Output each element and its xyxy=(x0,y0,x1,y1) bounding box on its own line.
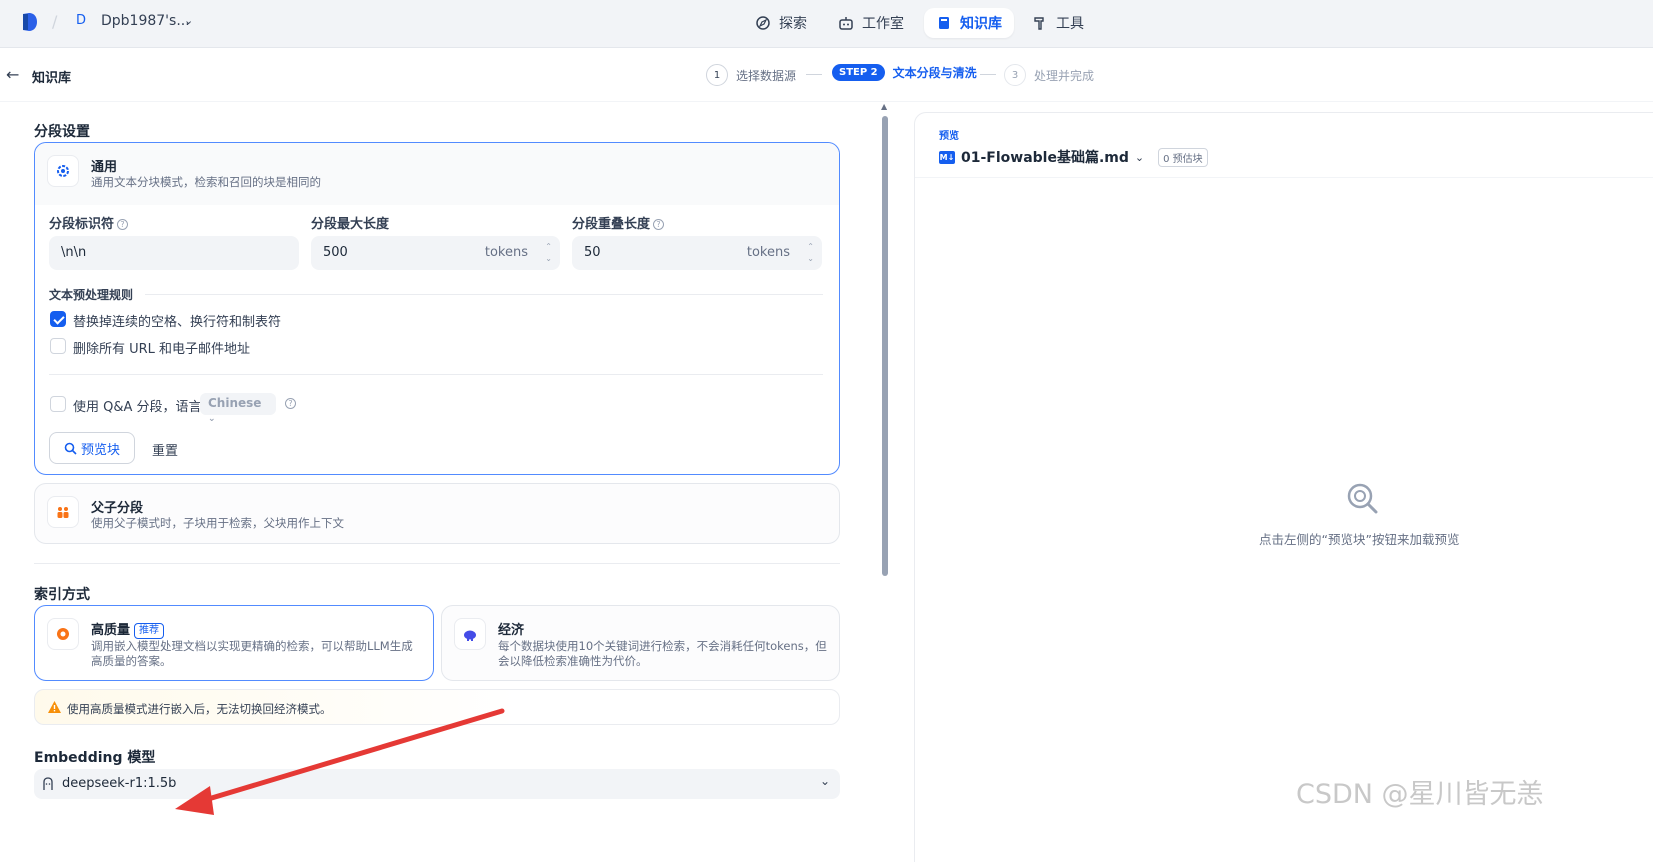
index-section-title: 索引方式 xyxy=(34,587,90,603)
chevron-down-icon: ⌄ xyxy=(819,774,830,788)
reset-button[interactable]: 重置 xyxy=(152,440,178,459)
document-selector[interactable]: M↓ 01-Flowable基础篇.md ⌄ 0 预估块 xyxy=(939,147,1208,167)
divider xyxy=(145,294,823,295)
max-length-label: 分段最大长度 xyxy=(311,217,390,232)
replace-spaces-checkbox[interactable] xyxy=(50,311,66,327)
segment-section-title: 分段设置 xyxy=(34,124,90,140)
back-arrow-icon[interactable]: ← xyxy=(6,65,19,84)
workspace-initial: D xyxy=(76,13,87,28)
nav-tools[interactable]: 工具 xyxy=(1020,8,1096,38)
gear-icon xyxy=(47,155,79,187)
help-icon[interactable]: ? xyxy=(117,219,129,230)
parent-child-title: 父子分段 xyxy=(91,501,144,516)
step-2-badge: STEP 2 xyxy=(832,64,885,81)
sparkle-icon xyxy=(47,618,79,650)
search-preview-icon xyxy=(1347,483,1378,514)
step-separator xyxy=(806,74,822,75)
robot-icon xyxy=(839,17,853,30)
book-icon xyxy=(939,17,949,29)
general-title: 通用 xyxy=(91,160,118,175)
high-quality-title: 高质量 推荐 xyxy=(91,619,165,639)
step-2-label: 文本分段与清洗 xyxy=(892,66,977,80)
delimiter-label: 分段标识符? xyxy=(49,213,129,232)
overlap-label: 分段重叠长度? xyxy=(572,213,665,232)
ollama-icon xyxy=(43,777,53,790)
preview-label: 预览 xyxy=(939,131,959,142)
step-3: 3 处理并完成 xyxy=(1004,64,1094,86)
nav-studio[interactable]: 工作室 xyxy=(826,8,916,38)
step-1-label: 选择数据源 xyxy=(736,68,797,83)
nav-knowledge-label: 知识库 xyxy=(960,16,1002,32)
recommended-badge: 推荐 xyxy=(134,623,165,639)
step-1-number: 1 xyxy=(706,64,728,86)
qa-checkbox[interactable] xyxy=(50,396,66,412)
left-panel-scrollbar[interactable]: ▲ xyxy=(880,102,888,862)
divider xyxy=(49,374,823,375)
workspace-name[interactable]: Dpb1987's... xyxy=(101,13,190,29)
parent-child-desc: 使用父子模式时，子块用于检索，父块用作上下文 xyxy=(91,516,344,530)
help-icon[interactable]: ? xyxy=(653,219,665,230)
preview-empty-hint: 点击左侧的“预览块”按钮来加载预览 xyxy=(1259,532,1460,547)
economy-card[interactable]: 经济 每个数据块使用10个关键词进行检索，不会消耗任何tokens，但 会以降低… xyxy=(441,605,840,681)
economy-title: 经济 xyxy=(498,623,525,638)
high-quality-desc-line2: 高质量的答案。 xyxy=(91,654,172,668)
economy-desc-line2: 会以降低检索准确性为代价。 xyxy=(498,654,648,668)
remove-urls-checkbox[interactable] xyxy=(50,338,66,354)
watermark: CSDN @星川皆无恙 xyxy=(1296,779,1544,810)
preprocess-title: 文本预处理规则 xyxy=(49,288,134,302)
dify-logo-icon[interactable] xyxy=(22,12,38,32)
preview-chunks-button[interactable]: 预览块 xyxy=(49,432,136,464)
page-title[interactable]: 知识库 xyxy=(32,67,71,86)
remove-urls-label: 删除所有 URL 和电子邮件地址 xyxy=(73,342,251,357)
replace-spaces-label: 替换掉连续的空格、换行符和制表符 xyxy=(73,315,282,330)
help-icon[interactable]: ? xyxy=(285,398,296,409)
general-mode-card[interactable]: 通用 通用文本分块模式，检索和召回的块是相同的 分段标识符? 分段最大长度 分段… xyxy=(34,142,840,475)
scroll-up-icon[interactable]: ▲ xyxy=(881,102,887,111)
general-desc: 通用文本分块模式，检索和召回的块是相同的 xyxy=(91,175,321,189)
nav-studio-label: 工作室 xyxy=(862,16,904,32)
chunk-count-badge: 0 预估块 xyxy=(1158,147,1208,167)
search-icon xyxy=(64,442,77,455)
embedding-section-title: Embedding 模型 xyxy=(34,750,156,766)
step-2: STEP 2 文本分段与清洗 xyxy=(832,64,977,81)
high-quality-warning: 使用高质量模式进行嵌入后，无法切换回经济模式。 xyxy=(34,689,840,725)
segment-settings-panel: 分段设置 通用 通用文本分块模式，检索和召回的块是相同的 分段标识符? 分段最大… xyxy=(34,102,886,862)
preview-panel: 预览 M↓ 01-Flowable基础篇.md ⌄ 0 预估块 点击左侧的“预览… xyxy=(914,112,1653,862)
divider xyxy=(915,177,1653,178)
chevron-down-icon[interactable]: ⌄ xyxy=(184,14,193,27)
piggy-bank-icon xyxy=(454,618,486,650)
number-stepper[interactable]: ⌃ ⌄ xyxy=(545,241,552,265)
max-length-input[interactable]: 500 tokens ⌃ ⌄ xyxy=(311,236,560,270)
step-3-number: 3 xyxy=(1004,64,1026,86)
scrollbar-thumb[interactable] xyxy=(882,116,888,576)
delimiter-input[interactable]: \n\n xyxy=(49,236,299,270)
language-select[interactable]: Chinese ⌄ xyxy=(200,393,276,424)
embedding-model-value: deepseek-r1:1.5b xyxy=(62,776,177,791)
divider xyxy=(34,563,840,564)
warning-icon xyxy=(48,701,61,713)
step-3-label: 处理并完成 xyxy=(1034,68,1095,83)
markdown-file-icon: M↓ xyxy=(939,150,955,164)
overlap-input[interactable]: 50 tokens ⌃ ⌄ xyxy=(572,236,822,270)
qa-label: 使用 Q&A 分段，语言 xyxy=(73,400,202,415)
high-quality-card[interactable]: 高质量 推荐 调用嵌入模型处理文档以实现更精确的检索，可以帮助LLM生成 高质量的… xyxy=(34,605,434,681)
nav-explore-label: 探索 xyxy=(779,16,807,32)
compass-icon xyxy=(756,16,770,30)
nav-tools-label: 工具 xyxy=(1056,16,1084,32)
breadcrumb-separator: / xyxy=(52,12,58,31)
hammer-icon xyxy=(1034,17,1044,30)
top-navbar: / D Dpb1987's... ⌄ 探索 工作室 知识库 工具 xyxy=(0,0,1653,48)
parent-child-mode-card[interactable]: 父子分段 使用父子模式时，子块用于检索，父块用作上下文 xyxy=(34,483,840,544)
number-stepper[interactable]: ⌃ ⌄ xyxy=(807,241,814,265)
family-icon xyxy=(47,496,79,528)
page-header: ← 知识库 1 选择数据源 STEP 2 文本分段与清洗 3 处理并完成 xyxy=(0,48,1653,102)
nav-explore[interactable]: 探索 xyxy=(743,8,819,38)
embedding-model-select[interactable]: deepseek-r1:1.5b ⌄ xyxy=(34,769,840,799)
chevron-down-icon[interactable]: ⌄ xyxy=(1135,151,1144,164)
warning-text: 使用高质量模式进行嵌入后，无法切换回经济模式。 xyxy=(67,702,332,716)
nav-knowledge[interactable]: 知识库 xyxy=(924,8,1014,38)
step-1: 1 选择数据源 xyxy=(706,64,796,86)
step-separator xyxy=(980,74,996,75)
document-name: 01-Flowable基础篇.md xyxy=(961,150,1129,166)
